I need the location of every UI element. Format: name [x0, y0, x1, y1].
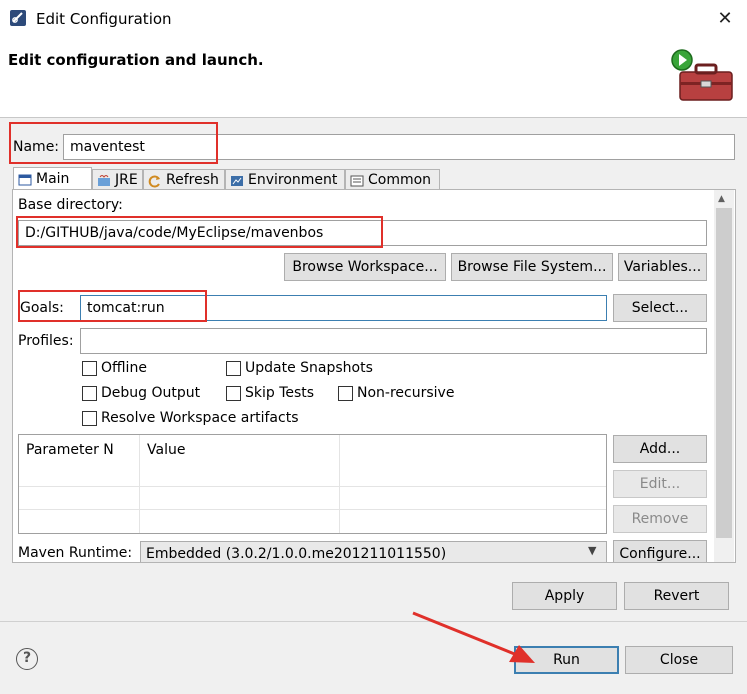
- tab-environment[interactable]: Environment: [225, 169, 345, 191]
- main-icon: [18, 174, 32, 185]
- maven-runtime-select[interactable]: Embedded (3.0.2/1.0.0.me201211011550): [140, 541, 607, 562]
- chevron-down-icon[interactable]: ▼: [588, 544, 596, 557]
- non-recursive-label: Non-recursive: [357, 385, 455, 401]
- row-divider: [19, 509, 606, 510]
- window-title: Edit Configuration: [36, 10, 172, 28]
- debug-output-checkbox[interactable]: [82, 386, 97, 401]
- value-header[interactable]: Value: [140, 435, 185, 465]
- column-divider: [339, 435, 340, 533]
- dialog-header: [0, 38, 747, 118]
- resolve-workspace-label: Resolve Workspace artifacts: [101, 410, 299, 426]
- tab-refresh-label: Refresh: [166, 172, 219, 188]
- column-divider: [139, 435, 140, 533]
- maven-runtime-label: Maven Runtime:: [18, 545, 133, 561]
- revert-button[interactable]: Revert: [624, 582, 729, 610]
- footer-divider: [0, 621, 747, 622]
- skip-tests-label: Skip Tests: [245, 385, 315, 401]
- browse-workspace-button[interactable]: Browse Workspace...: [284, 253, 446, 281]
- tab-main-label: Main: [36, 171, 70, 187]
- parameter-name-header[interactable]: Parameter N: [19, 435, 114, 465]
- dialog-heading: Edit configuration and launch.: [8, 51, 264, 69]
- jre-icon: [98, 174, 110, 186]
- toolbox-run-icon: [671, 49, 733, 101]
- eclipse-app-icon: [10, 10, 26, 26]
- tab-refresh[interactable]: Refresh: [143, 169, 225, 191]
- annotation-box-goals: [18, 290, 207, 322]
- common-icon: [350, 175, 364, 186]
- debug-output-label: Debug Output: [101, 385, 201, 401]
- remove-parameter-button[interactable]: Remove: [613, 505, 707, 533]
- annotation-box-base-directory: [16, 216, 383, 248]
- add-parameter-button[interactable]: Add...: [613, 435, 707, 463]
- edit-parameter-button[interactable]: Edit...: [613, 470, 707, 498]
- base-directory-label: Base directory:: [18, 197, 123, 213]
- tab-environment-label: Environment: [248, 172, 338, 188]
- tab-common-label: Common: [368, 172, 432, 188]
- skip-tests-checkbox[interactable]: [226, 386, 241, 401]
- offline-label: Offline: [101, 360, 147, 376]
- close-button[interactable]: Close: [625, 646, 733, 674]
- maven-runtime-value: Embedded (3.0.2/1.0.0.me201211011550): [146, 546, 447, 562]
- scroll-up-icon[interactable]: ▲: [718, 194, 725, 204]
- refresh-icon: [148, 175, 160, 187]
- help-icon[interactable]: ?: [16, 648, 38, 670]
- profiles-label: Profiles:: [18, 333, 74, 349]
- tab-common[interactable]: Common: [345, 169, 440, 191]
- resolve-workspace-checkbox[interactable]: [82, 411, 97, 426]
- environment-icon: [231, 175, 243, 186]
- row-divider: [19, 486, 606, 487]
- non-recursive-checkbox[interactable]: [338, 386, 353, 401]
- offline-checkbox[interactable]: [82, 361, 97, 376]
- tab-jre[interactable]: JRE: [92, 169, 143, 191]
- tab-main[interactable]: Main: [13, 167, 92, 191]
- update-snapshots-checkbox[interactable]: [226, 361, 241, 376]
- update-snapshots-label: Update Snapshots: [245, 360, 373, 376]
- scrollbar-thumb[interactable]: [716, 208, 732, 538]
- annotation-arrow: [412, 611, 535, 663]
- maven-runtime-row: Maven Runtime: Embedded (3.0.2/1.0.0.me2…: [13, 540, 713, 562]
- select-goals-button[interactable]: Select...: [613, 294, 707, 322]
- variables-button[interactable]: Variables...: [618, 253, 707, 281]
- tab-jre-label: JRE: [115, 172, 138, 188]
- configure-runtime-button[interactable]: Configure...: [613, 540, 707, 562]
- parameter-table[interactable]: Parameter N Value: [18, 434, 607, 534]
- annotation-box-name: [9, 122, 218, 164]
- window-close-button[interactable]: ✕: [712, 6, 738, 32]
- profiles-field[interactable]: [80, 328, 707, 354]
- browse-file-system-button[interactable]: Browse File System...: [451, 253, 613, 281]
